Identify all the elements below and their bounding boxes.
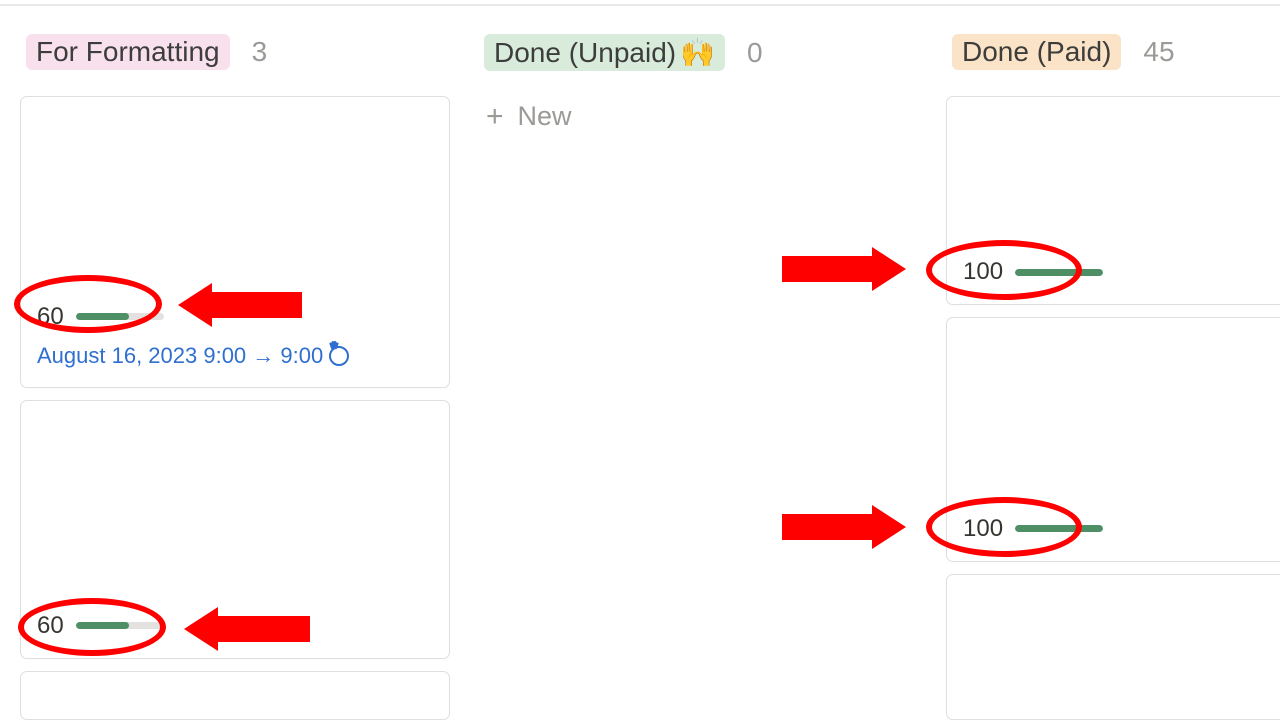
column-count: 3 (252, 36, 268, 68)
column-count: 0 (747, 37, 763, 69)
column-title-badge: For Formatting (26, 34, 230, 70)
progress-bar (1015, 269, 1103, 276)
column-title-text: Done (Unpaid) (494, 37, 676, 69)
reminder-icon (329, 346, 349, 366)
progress-bar (76, 622, 164, 629)
progress-value: 60 (37, 303, 64, 331)
column-count: 45 (1143, 36, 1174, 68)
progress-row: 60 (37, 303, 433, 331)
column-header[interactable]: Done (Paid) 45 (946, 34, 1280, 84)
date-text: August 16, 2023 9:00 → 9:00 (37, 343, 323, 369)
progress-value: 100 (963, 258, 1003, 286)
progress-bar (1015, 525, 1103, 532)
progress-bar (76, 313, 164, 320)
column-title-badge: Done (Paid) (952, 34, 1121, 70)
column-done-paid: Done (Paid) 45 100 100 (946, 34, 1280, 720)
progress-value: 100 (963, 515, 1003, 543)
progress-value: 60 (37, 612, 64, 640)
progress-row: 100 (963, 515, 1280, 543)
kanban-board: For Formatting 3 60 August 16, 2023 9:00… (0, 0, 1280, 720)
column-header[interactable]: For Formatting 3 (20, 34, 450, 84)
card[interactable]: 100 (946, 96, 1280, 305)
progress-row: 100 (963, 258, 1280, 286)
date-property[interactable]: August 16, 2023 9:00 → 9:00 (37, 343, 433, 369)
column-header[interactable]: Done (Unpaid) 🙌 0 (478, 34, 918, 85)
card[interactable] (946, 574, 1280, 720)
plus-icon: + (486, 102, 504, 132)
column-done-unpaid: Done (Unpaid) 🙌 0 + New (478, 34, 918, 720)
column-title-badge: Done (Unpaid) 🙌 (484, 34, 725, 71)
new-card-button[interactable]: + New (478, 97, 918, 136)
card[interactable] (20, 671, 450, 720)
new-label: New (518, 101, 572, 132)
hands-emoji-icon: 🙌 (680, 36, 715, 69)
column-for-formatting: For Formatting 3 60 August 16, 2023 9:00… (20, 34, 450, 720)
card[interactable]: 60 August 16, 2023 9:00 → 9:00 (20, 96, 450, 388)
card[interactable]: 60 (20, 400, 450, 659)
card[interactable]: 100 (946, 317, 1280, 562)
progress-row: 60 (37, 612, 433, 640)
